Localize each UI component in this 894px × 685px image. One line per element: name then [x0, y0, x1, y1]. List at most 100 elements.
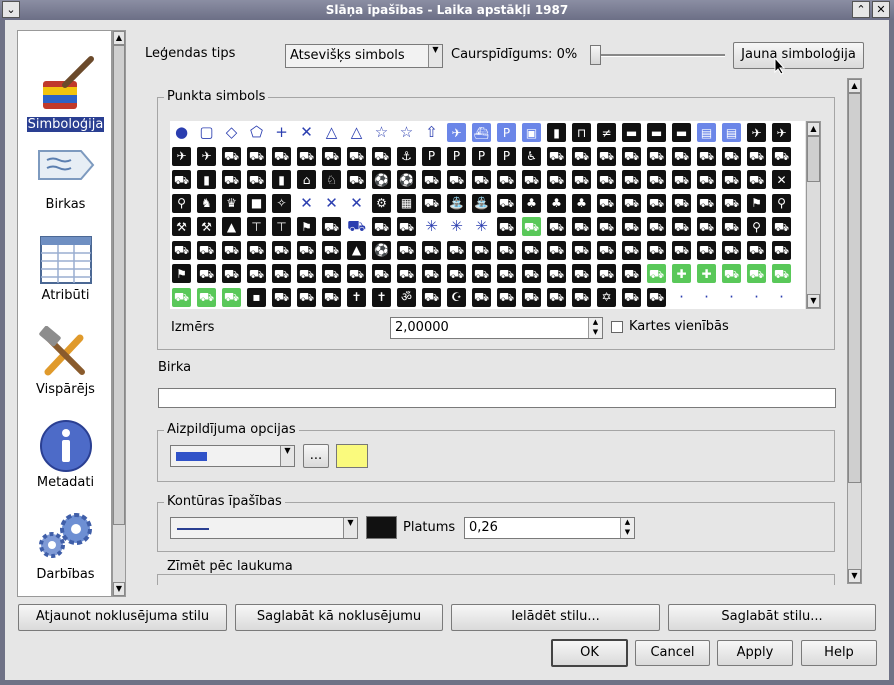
help-button[interactable]: Help [801, 640, 877, 666]
symbol-cell[interactable]: ♛ [222, 193, 241, 213]
symbol-cell[interactable]: ⚑ [297, 217, 316, 236]
outline-style-select[interactable]: ▼ [170, 517, 358, 539]
symbol-cell[interactable]: · [747, 288, 766, 307]
symbol-cell[interactable]: ⛟ [622, 287, 641, 307]
symbol-cell[interactable]: ⚽ [397, 170, 416, 189]
symbol-cell[interactable]: ⛟ [647, 240, 666, 260]
symbol-cell[interactable]: ⛟ [622, 146, 641, 166]
symbol-cell[interactable]: ⛟ [572, 170, 591, 189]
symbol-cell[interactable]: ⛟ [547, 264, 566, 283]
symbol-cell[interactable]: ⛟ [497, 193, 516, 213]
outline-color-button[interactable] [366, 516, 397, 539]
symbol-cell[interactable]: ♣ [522, 193, 541, 213]
symbol-cell[interactable]: · [772, 288, 791, 307]
symbol-cell[interactable]: ⛟ [572, 287, 591, 307]
symbol-cell[interactable]: ✈ [172, 146, 191, 166]
legend-type-select[interactable]: Atsevišķs simbols ▼ [285, 44, 443, 68]
symbol-cell[interactable]: ⛟ [697, 170, 716, 189]
symbol-cell[interactable]: ⛟ [672, 170, 691, 189]
symbol-cell[interactable]: ⛟ [597, 217, 616, 236]
symbol-cell[interactable]: ⛟ [297, 287, 316, 307]
spin-down-icon[interactable]: ▼ [620, 528, 634, 538]
symbol-cell[interactable]: ⛟ [447, 170, 466, 189]
symbol-cell[interactable]: ● [172, 123, 191, 142]
symbol-cell[interactable]: ⛟ [197, 264, 216, 283]
symbol-cell[interactable]: ⛟ [622, 170, 641, 189]
symbol-cell[interactable]: ⛟ [372, 264, 391, 283]
symbol-cell[interactable]: ⛟ [547, 217, 566, 236]
symbol-cell[interactable]: ⚽ [372, 240, 391, 260]
symbol-cell[interactable]: ✧ [272, 193, 291, 213]
symbol-cell[interactable]: ⛟ [597, 146, 616, 166]
symbol-cell[interactable]: ♞ [197, 193, 216, 213]
sidebar-item-symbology[interactable]: Simboloģija [18, 53, 111, 133]
symbol-cell[interactable]: ⛟ [322, 287, 341, 307]
symbol-cell[interactable]: ⛟ [697, 217, 716, 236]
symbol-cell[interactable]: ▮ [272, 170, 291, 189]
symbol-cell[interactable]: ⚒ [172, 217, 191, 236]
symbol-cell[interactable]: ⛟ [647, 217, 666, 236]
size-spinbox[interactable]: 2,00000 ▲ ▼ [390, 317, 603, 339]
symbol-cell[interactable]: ⛟ [722, 264, 741, 283]
symbol-cell[interactable]: ⛟ [472, 287, 491, 307]
symbol-cell[interactable]: ▬ [622, 123, 641, 142]
symbol-cell[interactable]: ♘ [322, 170, 341, 189]
symbol-cell[interactable]: ⚲ [772, 193, 791, 213]
symbol-cell[interactable]: ⛟ [647, 287, 666, 307]
label-input[interactable] [158, 388, 836, 408]
symbol-cell[interactable]: ☆ [397, 123, 416, 142]
symbol-cell[interactable]: ▣ [522, 123, 541, 142]
symbol-cell[interactable]: ⛟ [397, 264, 416, 283]
symbol-cell[interactable]: ✳ [472, 217, 491, 236]
symbol-cell[interactable]: ⛟ [347, 146, 366, 166]
symbol-cell[interactable]: ⛟ [522, 217, 541, 236]
symbol-cell[interactable]: + [272, 123, 291, 142]
symbol-cell[interactable]: △ [322, 123, 341, 142]
symbol-cell[interactable]: ⛟ [297, 240, 316, 260]
symbol-cell[interactable]: ⛟ [547, 240, 566, 260]
symbol-cell[interactable]: ⛟ [622, 193, 641, 213]
window-close-button[interactable]: ✕ [872, 1, 890, 18]
symbol-cell[interactable]: ⛟ [272, 287, 291, 307]
symbol-cell[interactable]: ⌂ [297, 170, 316, 189]
symbol-cell[interactable]: ⛟ [572, 146, 591, 166]
symbol-cell[interactable]: ≠ [597, 123, 616, 142]
symbol-cell[interactable]: ■ [247, 193, 266, 213]
spin-up-icon[interactable]: ▲ [588, 318, 602, 328]
symbol-cell[interactable]: · [722, 288, 741, 307]
save-style-button[interactable]: Saglabāt stilu... [668, 604, 876, 631]
symbol-cell[interactable]: ⛟ [522, 240, 541, 260]
symbol-cell[interactable]: ⛟ [222, 146, 241, 166]
symbol-cell[interactable]: ⛟ [472, 240, 491, 260]
symbol-cell[interactable]: ⛟ [597, 240, 616, 260]
symbol-cell[interactable]: △ [347, 123, 366, 142]
symbol-cell[interactable]: ⛟ [647, 193, 666, 213]
symbol-cell[interactable]: ⛟ [772, 264, 791, 283]
symbol-cell[interactable]: ⛟ [447, 240, 466, 260]
symbol-cell[interactable]: ⚽ [372, 170, 391, 189]
symbol-cell[interactable]: ⛟ [722, 170, 741, 189]
symbol-cell[interactable]: ✳ [422, 217, 441, 236]
symbol-cell[interactable]: ⛟ [722, 217, 741, 236]
symbol-cell[interactable]: ⛟ [497, 264, 516, 283]
symbol-cell[interactable]: ⛟ [272, 240, 291, 260]
transparency-slider[interactable] [590, 54, 725, 57]
symbol-cell[interactable]: P [497, 123, 516, 142]
sidebar-scrollbar[interactable]: ▲ ▼ [112, 30, 126, 597]
symbol-cell[interactable]: ⊓ [572, 123, 591, 142]
symbol-cell[interactable]: ▤ [697, 123, 716, 142]
symbol-cell[interactable]: ⛟ [722, 146, 741, 166]
symbol-cell[interactable]: ♣ [572, 193, 591, 213]
symbol-cell[interactable]: ⛟ [347, 264, 366, 283]
symbol-cell[interactable]: ⛟ [572, 264, 591, 283]
symbol-cell[interactable]: ⛟ [497, 217, 516, 236]
symbol-grid-scrollbar[interactable]: ▲ ▼ [806, 121, 821, 309]
symbol-cell[interactable]: ⛟ [172, 170, 191, 189]
symbol-cell[interactable]: ⛟ [497, 170, 516, 189]
sidebar-item-attributes[interactable]: Atribūti [18, 234, 111, 303]
symbol-cell[interactable]: ⛟ [222, 264, 241, 283]
symbol-cell[interactable]: ⛟ [297, 264, 316, 283]
symbol-cell[interactable]: ⛟ [772, 240, 791, 260]
symbol-cell[interactable]: ⛟ [647, 146, 666, 166]
symbol-cell[interactable]: ♿ [522, 146, 541, 166]
